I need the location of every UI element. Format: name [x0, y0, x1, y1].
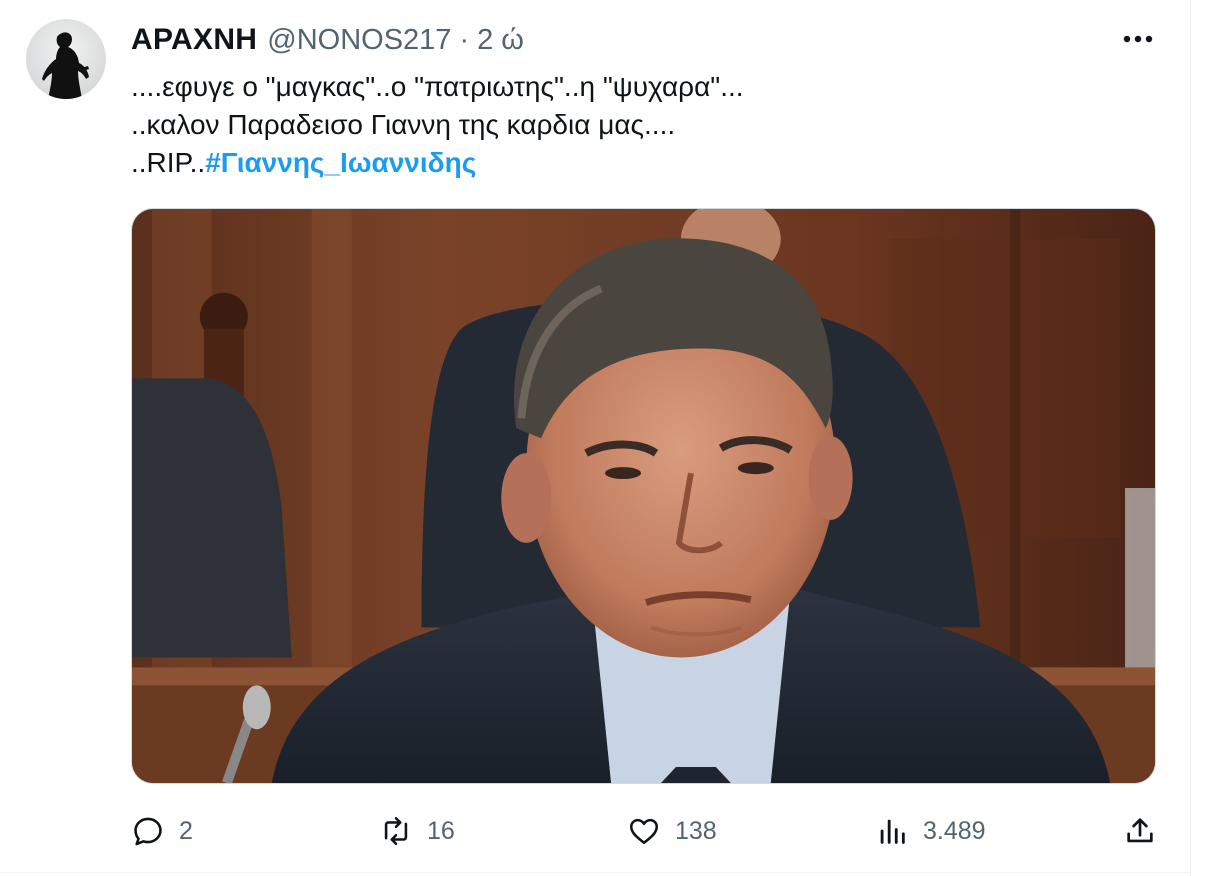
tweet-text-line-1: ....εφυγε ο "μαγκας"..ο "πατριωτης"..η "…	[131, 71, 744, 102]
reply-button[interactable]: 2	[131, 805, 193, 857]
share-icon	[1127, 818, 1153, 843]
tweet-actions: 2 16 138 3.489	[0, 805, 1190, 857]
analytics-icon	[880, 819, 905, 844]
header-separator: ·	[459, 23, 470, 56]
photo-of-man-in-suit-icon	[132, 209, 1155, 783]
more-horizontal-icon	[1123, 35, 1153, 43]
timeline-right-border	[1190, 0, 1191, 876]
tweet-text: ....εφυγε ο "μαγκας"..ο "πατριωτης"..η "…	[131, 68, 1151, 182]
retweet-icon	[384, 816, 408, 846]
like-button[interactable]: 138	[627, 805, 717, 857]
hashtag-link[interactable]: #Γιαννης_Ιωαννιδης	[205, 147, 476, 178]
tweet-text-line-2: ..καλον Παραδεισο Γιαννη της καρδια μας.…	[131, 109, 676, 140]
tweet-text-line-3: ..RIP..#Γιαννης_Ιωαννιδης	[131, 144, 1151, 182]
views-button[interactable]: 3.489	[875, 805, 986, 857]
avatar[interactable]	[26, 19, 106, 99]
retweet-button[interactable]: 16	[379, 805, 455, 857]
tweet-bottom-divider	[0, 872, 1191, 873]
author-name[interactable]: ΑΡΑΧΝΗ	[131, 23, 257, 57]
author-handle[interactable]: @NONOS217	[267, 24, 451, 57]
heart-icon	[629, 818, 659, 845]
reply-icon	[134, 817, 162, 846]
more-options-button[interactable]	[1120, 24, 1156, 54]
tweet-timestamp[interactable]: 2 ώ	[477, 24, 524, 57]
views-count: 3.489	[923, 816, 986, 845]
tweet-photo[interactable]	[131, 208, 1156, 784]
reply-count: 2	[179, 816, 193, 845]
tweet-header: ΑΡΑΧΝΗ @NONOS217 · 2 ώ	[131, 20, 524, 60]
retweet-count: 16	[427, 816, 455, 845]
silhouette-avatar-icon	[42, 32, 89, 99]
rip-text: ..RIP..	[131, 147, 206, 178]
like-count: 138	[675, 816, 717, 845]
share-button[interactable]	[1123, 805, 1157, 857]
